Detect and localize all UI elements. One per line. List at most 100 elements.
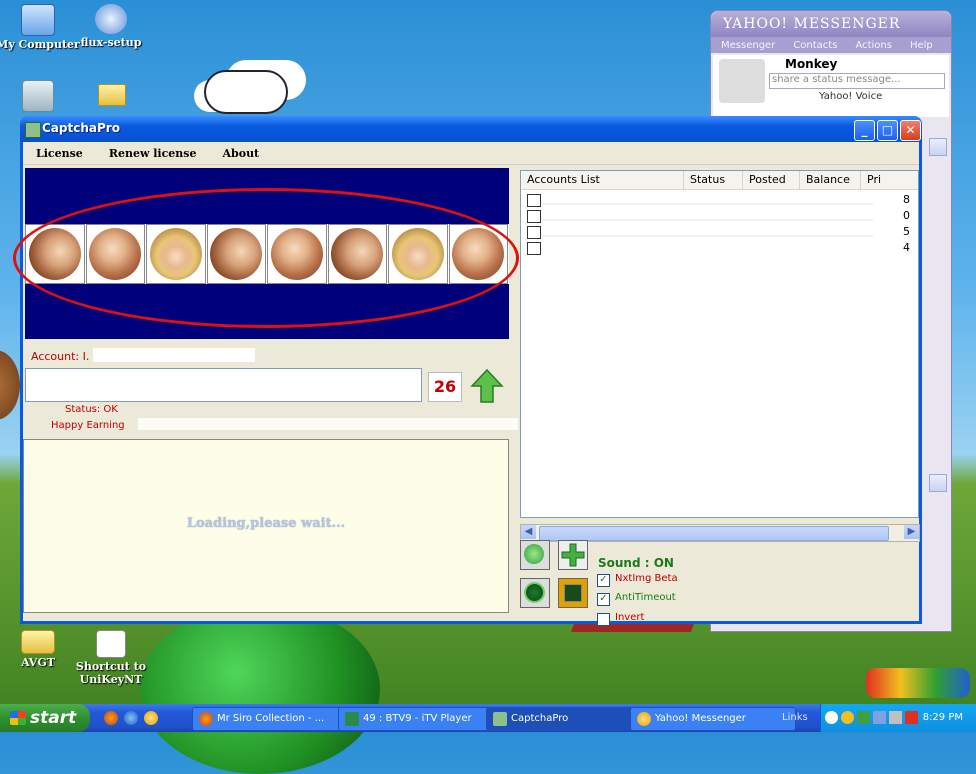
- yahoo-menubar: Messenger Contacts Actions Help: [711, 37, 951, 53]
- scroll-left-button[interactable]: ◀: [521, 525, 536, 539]
- nxtimg-checkbox[interactable]: ✓: [597, 574, 610, 587]
- folder-icon: [21, 630, 55, 654]
- plus-icon: [561, 543, 585, 567]
- invert-checkbox[interactable]: [597, 613, 610, 626]
- task-captchapro[interactable]: CaptchaPro: [486, 707, 648, 731]
- taskbar: start Mr Siro Collection - ... 49 : BTV9…: [0, 704, 976, 732]
- windows-flag-icon: [10, 711, 26, 725]
- recycle-bin-icon[interactable]: [22, 80, 54, 112]
- yahoo-user-name[interactable]: Monkey: [785, 57, 837, 71]
- firefox-icon: [199, 712, 213, 726]
- scroll-thumb[interactable]: [539, 526, 889, 541]
- antitimeout-checkbox[interactable]: ✓: [597, 593, 610, 606]
- yahoo-menu-help[interactable]: Help: [910, 40, 933, 51]
- folder-icon[interactable]: [98, 84, 126, 106]
- scroll-down-button[interactable]: [929, 474, 947, 492]
- tray-yahoo-icon[interactable]: [841, 711, 854, 724]
- avatar[interactable]: [719, 59, 765, 103]
- captcha-answer-input[interactable]: [25, 368, 422, 402]
- installer-icon: [95, 4, 127, 34]
- play-button[interactable]: [520, 578, 550, 608]
- scroll-up-button[interactable]: [929, 138, 947, 156]
- column-status[interactable]: Status: [684, 171, 743, 189]
- task-label: Mr Siro Collection - ...: [217, 713, 325, 724]
- desktop-icon-label: Shortcut to UniKeyNT: [75, 660, 147, 686]
- tray-arrow-icon[interactable]: [825, 711, 838, 724]
- account-checkbox[interactable]: [527, 210, 541, 223]
- menu-about[interactable]: About: [210, 147, 273, 160]
- loading-text: Loading,please wait...: [186, 516, 346, 531]
- tray-volume-icon[interactable]: [889, 711, 902, 724]
- window-title: CaptchaPro: [42, 121, 120, 135]
- submit-arrow-icon[interactable]: [470, 368, 504, 404]
- add-account-button[interactable]: [558, 540, 588, 570]
- invert-label: Invert: [615, 612, 645, 623]
- cloud-decoration: [204, 70, 288, 114]
- yahoo-menu-messenger[interactable]: Messenger: [721, 40, 775, 51]
- yahoo-menu-contacts[interactable]: Contacts: [793, 40, 837, 51]
- minimize-button[interactable]: _: [854, 120, 875, 141]
- yahoo-scrollbar[interactable]: [909, 134, 947, 494]
- task-itv-player[interactable]: 49 : BTV9 - iTV Player: [338, 707, 504, 731]
- yahoo-profile-area: Monkey share a status message... Yahoo! …: [713, 55, 949, 117]
- clock[interactable]: 8:29 PM: [923, 704, 963, 732]
- image-counter: 26: [428, 372, 462, 402]
- links-toolbar[interactable]: Links: [782, 704, 808, 732]
- window-titlebar[interactable]: CaptchaPro _ □ ✕: [20, 116, 922, 142]
- column-accounts-list[interactable]: Accounts List: [521, 171, 684, 189]
- unikey-icon: [96, 630, 126, 658]
- quicklaunch-ie-icon[interactable]: [124, 711, 138, 725]
- yahoo-icon: [637, 712, 651, 726]
- menu-renew-license[interactable]: Renew license: [96, 147, 210, 160]
- scroll-right-button[interactable]: ▶: [904, 525, 919, 539]
- captchapro-window[interactable]: CaptchaPro _ □ ✕ License Renew license A…: [13, 116, 922, 626]
- computer-icon: [21, 4, 55, 36]
- app-icon: [25, 122, 41, 138]
- status-message-input[interactable]: share a status message...: [769, 73, 945, 89]
- quicklaunch-yahoo-icon[interactable]: [144, 711, 158, 725]
- quicklaunch-firefox-icon[interactable]: [104, 711, 118, 725]
- account-checkbox[interactable]: [527, 226, 541, 239]
- account-checkbox[interactable]: [527, 242, 541, 255]
- desktop-icon-flux-setup[interactable]: flux-setup: [68, 4, 154, 49]
- menu-license[interactable]: License: [23, 147, 96, 160]
- turtle-shell-decoration: [140, 604, 380, 774]
- account-label: Account: I.: [31, 350, 90, 363]
- system-tray: 8:29 PM: [820, 704, 976, 732]
- play-icon: [524, 582, 545, 603]
- yahoo-voice-link[interactable]: Yahoo! Voice: [819, 91, 882, 102]
- app-icon: [493, 712, 507, 726]
- task-label: Yahoo! Messenger: [655, 713, 746, 724]
- tray-app-icon[interactable]: [873, 711, 886, 724]
- loading-panel: Loading,please wait...: [23, 439, 509, 613]
- turtle-shell-left-decoration: [0, 350, 20, 420]
- task-yahoo-messenger[interactable]: Yahoo! Messenger: [630, 707, 796, 731]
- column-balance[interactable]: Balance: [800, 171, 861, 189]
- tray-security-icon[interactable]: [905, 711, 918, 724]
- yahoo-title: YAHOO! MESSENGER: [711, 11, 951, 37]
- image-button[interactable]: [558, 578, 588, 608]
- tv-icon: [345, 712, 359, 726]
- task-label: CaptchaPro: [511, 713, 569, 724]
- power-button[interactable]: [520, 540, 550, 570]
- sound-status: Sound : ON: [598, 556, 674, 570]
- tray-network-icon[interactable]: [857, 711, 870, 724]
- status-text: Status: OK: [65, 404, 118, 415]
- menubar: License Renew license About: [23, 142, 919, 165]
- nxtimg-label: NxtImg Beta: [615, 573, 678, 584]
- column-posted[interactable]: Posted: [743, 171, 800, 189]
- account-checkbox[interactable]: [527, 194, 541, 207]
- maximize-button[interactable]: □: [877, 120, 898, 141]
- desktop-logo: [866, 668, 970, 698]
- yahoo-menu-actions[interactable]: Actions: [855, 40, 892, 51]
- task-mr-siro[interactable]: Mr Siro Collection - ...: [192, 707, 348, 731]
- window-client: License Renew license About Account: I. …: [13, 142, 920, 626]
- image-icon: [564, 584, 582, 602]
- desktop-icon-label: AVGT: [21, 656, 55, 669]
- desktop-icon-unikey[interactable]: Shortcut to UniKeyNT: [68, 630, 154, 686]
- happy-earning-text: Happy Earning: [51, 420, 125, 431]
- accounts-list[interactable]: Accounts List Status Posted Balance Pri …: [520, 170, 919, 518]
- desktop-icon-label: flux-setup: [80, 36, 142, 49]
- account-redacted: [93, 348, 255, 362]
- column-pri[interactable]: Pri: [861, 171, 887, 189]
